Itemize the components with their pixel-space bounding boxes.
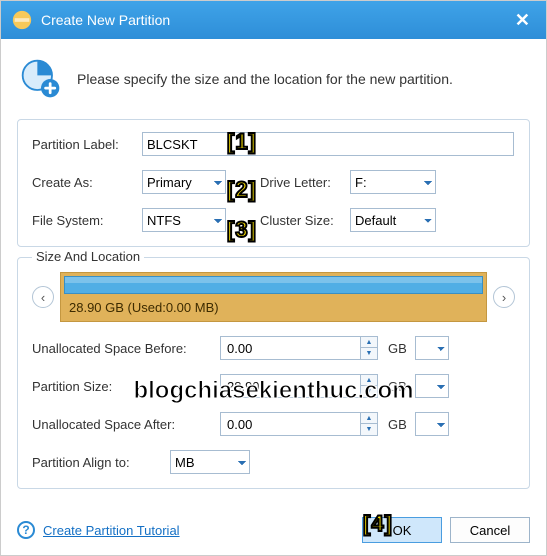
close-button[interactable]: ✕	[509, 10, 536, 31]
partition-caption: 28.90 GB (Used:0.00 MB)	[61, 294, 486, 321]
info-bar: Please specify the size and the location…	[1, 39, 546, 115]
file-system-label: File System:	[32, 213, 142, 228]
partition-size-input[interactable]	[220, 374, 360, 398]
spin-down-icon[interactable]: ▼	[361, 386, 377, 397]
unit-select-size[interactable]	[415, 374, 449, 398]
spin-up-icon[interactable]: ▲	[361, 375, 377, 386]
space-before-input[interactable]	[220, 336, 360, 360]
app-icon	[11, 9, 33, 31]
create-as-select[interactable]: Primary	[142, 170, 226, 194]
space-after-spinner[interactable]: ▲▼	[220, 412, 378, 436]
unit-label: GB	[388, 379, 407, 394]
partition-size-spinner[interactable]: ▲▼	[220, 374, 378, 398]
drive-letter-label: Drive Letter:	[260, 175, 350, 190]
unit-label: GB	[388, 341, 407, 356]
partition-add-icon	[19, 57, 63, 101]
cluster-size-select[interactable]: Default	[350, 208, 436, 232]
window-title: Create New Partition	[41, 12, 509, 28]
form-section: Partition Label: Create As: Primary Driv…	[17, 119, 530, 247]
partition-label-label: Partition Label:	[32, 137, 142, 152]
space-before-spinner[interactable]: ▲▼	[220, 336, 378, 360]
space-after-input[interactable]	[220, 412, 360, 436]
create-as-label: Create As:	[32, 175, 142, 190]
spin-down-icon[interactable]: ▼	[361, 424, 377, 435]
shrink-left-button[interactable]: ‹	[32, 286, 54, 308]
file-system-select[interactable]: NTFS	[142, 208, 226, 232]
partition-visual[interactable]: 28.90 GB (Used:0.00 MB)	[60, 272, 487, 322]
unit-select-after[interactable]	[415, 412, 449, 436]
size-location-fieldset: Size And Location ‹ 28.90 GB (Used:0.00 …	[17, 257, 530, 489]
titlebar: Create New Partition ✕	[1, 1, 546, 39]
spin-up-icon[interactable]: ▲	[361, 413, 377, 424]
drive-letter-select[interactable]: F:	[350, 170, 436, 194]
cancel-button[interactable]: Cancel	[450, 517, 530, 543]
ok-button[interactable]: OK	[362, 517, 442, 543]
space-before-label: Unallocated Space Before:	[32, 341, 220, 356]
intro-text: Please specify the size and the location…	[77, 71, 453, 87]
help-icon[interactable]: ?	[17, 521, 35, 539]
align-to-select[interactable]: MB	[170, 450, 250, 474]
unit-label: GB	[388, 417, 407, 432]
shrink-right-button[interactable]: ›	[493, 286, 515, 308]
partition-size-label: Partition Size:	[32, 379, 220, 394]
size-location-legend: Size And Location	[32, 249, 144, 264]
unit-select-before[interactable]	[415, 336, 449, 360]
align-to-label: Partition Align to:	[32, 455, 170, 470]
spin-down-icon[interactable]: ▼	[361, 348, 377, 359]
space-after-label: Unallocated Space After:	[32, 417, 220, 432]
tutorial-link[interactable]: Create Partition Tutorial	[43, 523, 180, 538]
cluster-size-label: Cluster Size:	[260, 213, 350, 228]
spin-up-icon[interactable]: ▲	[361, 337, 377, 348]
partition-bar	[64, 276, 483, 294]
footer: ? Create Partition Tutorial OK Cancel	[1, 507, 546, 555]
partition-label-input[interactable]	[142, 132, 514, 156]
